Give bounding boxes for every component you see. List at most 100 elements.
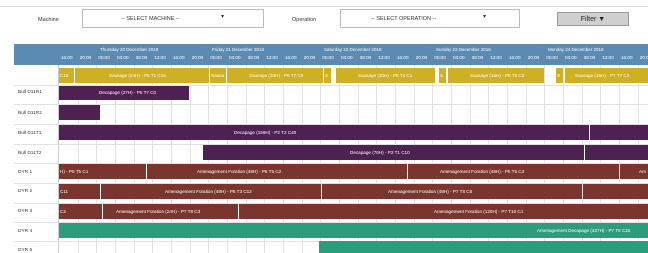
chevron-down-icon: ▾: [483, 14, 487, 20]
hour-tick: 20:00: [191, 55, 204, 60]
operation-select[interactable]: -- SELECT OPERATION -- ▾: [340, 9, 520, 28]
hour-tick: 20:00: [527, 55, 540, 60]
task-bar[interactable]: [583, 184, 648, 199]
task-bar[interactable]: Decapage (159H) - P2 T2 C40: [59, 125, 589, 140]
hour-tick: 20:00: [79, 55, 92, 60]
hour-tick: 20:00: [639, 55, 648, 60]
hour-tick: 12:00: [602, 55, 614, 60]
row-label: Bull D11T1: [18, 131, 42, 136]
task-bar[interactable]: Amenagement Decapage (427H) - P7 T8 C25: [59, 223, 648, 238]
task-bar-label: Amenagement Foration (48H) - P5 T5 C2: [197, 169, 282, 174]
hour-tick: 16:00: [285, 55, 297, 60]
task-bar[interactable]: [59, 105, 100, 120]
task-bar-label: Amenagement Foration (120H) - P7 T10 C1: [434, 209, 524, 214]
task-bar-label: C10: [60, 73, 69, 78]
task-bar[interactable]: Amenagement Foration (48H) - P5 T3 C12: [101, 184, 321, 199]
filter-separator: [0, 6, 648, 7]
task-bar[interactable]: [319, 241, 648, 253]
timeline-header: Thursday 20 December 2018 Friday 21 Dece…: [14, 44, 648, 65]
task-bar[interactable]: S: [556, 68, 563, 83]
task-bar[interactable]: Sausage (15H) - P7 T7 C3: [565, 68, 648, 83]
hour-tick: 04:00: [453, 55, 465, 60]
task-bar-label: Amenagement Foration (48H) - P5 T3 C12: [165, 189, 252, 194]
hour-tick: 08:00: [135, 55, 148, 60]
grid-row-line: [14, 104, 648, 105]
task-bar[interactable]: C10: [59, 68, 74, 83]
hour-tick: 08:00: [583, 55, 596, 60]
hour-tick: 04:00: [229, 55, 241, 60]
hour-tick: 20:00: [415, 55, 428, 60]
task-bar[interactable]: Sausa: [210, 68, 226, 83]
row-label: Bull D11R2: [18, 111, 42, 116]
gantt-grid: Bull D11R1 Bull D11R2 Bull D11T1 Bull D1…: [14, 65, 648, 253]
task-bar-label: Decapage (76H) - P2 T1 C10: [350, 150, 410, 155]
task-bar-label: Decapage (159H) - P2 T2 C40: [234, 130, 297, 135]
hour-tick: 12:00: [490, 55, 502, 60]
task-bar[interactable]: C11: [59, 184, 100, 199]
task-bar[interactable]: Sausage (15H) - P5 T5 C2: [448, 68, 544, 83]
task-bar[interactable]: Amenagement Foration (48H) - P5 T5 C2: [147, 164, 407, 179]
hour-tick: 16:00: [61, 55, 73, 60]
task-bar[interactable]: [590, 125, 648, 140]
task-bar[interactable]: H) - P5 T5 C1: [59, 164, 146, 179]
day-label: Sunday 23 December 2018: [436, 47, 491, 52]
hour-tick: 04:00: [341, 55, 353, 60]
hour-tick: 08:00: [247, 55, 260, 60]
chevron-down-icon: ▾: [221, 14, 225, 20]
filter-toolbar: Machine -- SELECT MACHINE -- ▾ Operation…: [0, 6, 648, 32]
hour-tick: 20:00: [303, 55, 316, 60]
machine-select-value: -- SELECT MACHINE --: [121, 16, 180, 22]
task-bar[interactable]: C2: [59, 204, 102, 219]
task-bar-label: Sausage (20H) - P5 T4 C1: [358, 73, 413, 78]
hour-tick: 12:00: [378, 55, 390, 60]
task-bar[interactable]: Decapage (27H) - P5 T7 C0: [59, 86, 189, 100]
task-bar[interactable]: Amenagement Foration (48H) - P7 T8 C6: [322, 184, 582, 199]
filter-button[interactable]: Filter ▼: [557, 12, 629, 26]
day-label: Monday 24 December 2018: [548, 47, 604, 52]
operation-label: Operation: [292, 17, 317, 23]
task-bar-label: Amenagement Foration (24H) - P7 T8 C3: [116, 209, 201, 214]
row-label: DYR 5: [18, 248, 33, 253]
task-bar[interactable]: Amenagement Foration (24H) - P7 T8 C3: [103, 204, 238, 219]
task-bar-label: C2: [60, 209, 66, 214]
task-bar-label: Sausage (15H) - P5 T5 C2: [470, 73, 525, 78]
task-bar[interactable]: Amenagement Foration (48H) - P5 T5 C3: [408, 164, 619, 179]
filter-button-label: Filter: [580, 16, 597, 23]
hour-tick: 00:00: [210, 55, 222, 60]
task-bar[interactable]: Sausage (20H) - P5 T4 C1: [336, 68, 435, 83]
row-label: DYR 1: [18, 170, 33, 175]
hour-tick: 12:00: [154, 55, 166, 60]
task-bar-label: Sausa: [211, 73, 225, 78]
row-label: DYR 4: [18, 229, 33, 234]
hour-tick: 00:00: [546, 55, 558, 60]
hour-tick: 12:00: [266, 55, 278, 60]
task-bar[interactable]: S: [439, 68, 446, 83]
row-label: Bull D11R1: [18, 90, 42, 95]
task-bar-label: Amenagement Foration (48H) - P5 T5 C3: [440, 169, 525, 174]
task-bar[interactable]: S: [324, 68, 331, 83]
day-label: Thursday 20 December 2018: [100, 47, 159, 52]
task-bar-label: Am: [639, 169, 646, 174]
task-bar[interactable]: Sausage (20H) - P5 T7 C6: [227, 68, 323, 83]
row-label: DYR 2: [18, 189, 33, 194]
hour-tick: 00:00: [98, 55, 110, 60]
task-bar-label: S: [325, 73, 329, 78]
task-bar-label: S: [557, 73, 561, 78]
hour-tick: 08:00: [359, 55, 372, 60]
task-bar[interactable]: Am: [620, 164, 648, 179]
task-bar-label: Amenagement Decapage (427H) - P7 T8 C25: [537, 228, 631, 233]
task-bar-label: Amenagement Foration (48H) - P7 T8 C6: [388, 189, 473, 194]
row-label: Bull D11T2: [18, 151, 42, 156]
task-bar-label: Sausage (20H) - P5 T7 C6: [249, 73, 304, 78]
task-bar[interactable]: Decapage (76H) - P2 T1 C10: [203, 145, 584, 160]
machine-select[interactable]: -- SELECT MACHINE -- ▾: [82, 9, 264, 28]
gantt-chart: Thursday 20 December 2018 Friday 21 Dece…: [14, 44, 648, 253]
hour-tick: 16:00: [397, 55, 409, 60]
hour-tick: 16:00: [173, 55, 185, 60]
day-label: Friday 21 December 2018: [212, 47, 265, 52]
task-bar-label: Sausage (24H) - P5 T1 C16: [109, 73, 166, 78]
task-bar[interactable]: [585, 145, 648, 160]
task-bar[interactable]: Amenagement Foration (120H) - P7 T10 C1: [239, 204, 648, 219]
task-bar[interactable]: Sausage (24H) - P5 T1 C16: [75, 68, 209, 83]
task-bar-label: H) - P5 T5 C1: [60, 169, 89, 174]
